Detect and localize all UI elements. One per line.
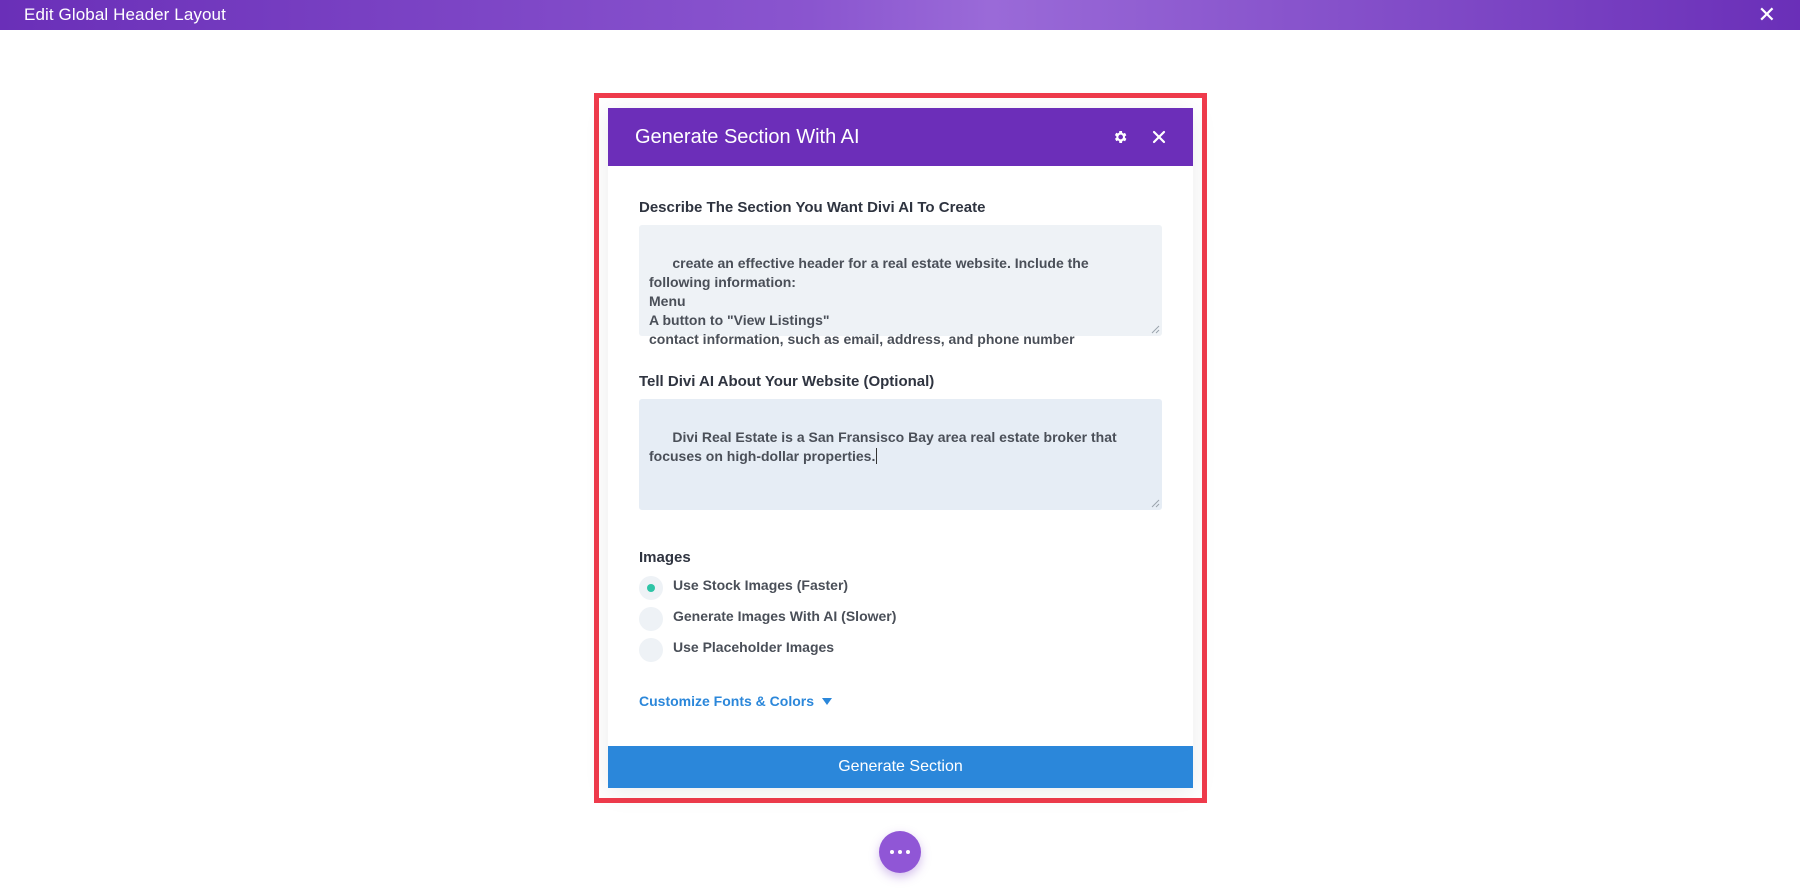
more-options-button[interactable] bbox=[879, 831, 921, 873]
top-bar: Edit Global Header Layout ✕ bbox=[0, 0, 1800, 30]
describe-textarea[interactable]: create an effective header for a real es… bbox=[639, 225, 1162, 347]
radio-label: Generate Images With AI (Slower) bbox=[673, 607, 897, 624]
page-title: Edit Global Header Layout bbox=[24, 5, 226, 24]
modal-title: Generate Section With AI bbox=[635, 125, 860, 148]
radio-label: Use Stock Images (Faster) bbox=[673, 576, 849, 593]
customize-fonts-colors-toggle[interactable]: Customize Fonts & Colors bbox=[639, 693, 1161, 709]
website-text: Divi Real Estate is a San Fransisco Bay … bbox=[649, 429, 1117, 464]
radio-option-stock[interactable]: Use Stock Images (Faster) bbox=[639, 572, 1161, 603]
dot-icon bbox=[898, 850, 902, 854]
radio-button[interactable] bbox=[639, 575, 663, 600]
resize-grip-icon[interactable] bbox=[1151, 325, 1160, 334]
customize-label: Customize Fonts & Colors bbox=[639, 693, 815, 709]
radio-selected-dot bbox=[647, 583, 655, 592]
radio-option-placeholder[interactable]: Use Placeholder Images bbox=[639, 634, 1161, 665]
generate-section-modal: Generate Section With AI Describe The Se… bbox=[608, 108, 1193, 788]
caret-down-icon bbox=[822, 698, 833, 705]
close-icon[interactable] bbox=[1152, 130, 1166, 144]
modal-header: Generate Section With AI bbox=[608, 108, 1193, 166]
close-icon[interactable]: ✕ bbox=[1758, 4, 1776, 26]
gear-icon[interactable] bbox=[1112, 129, 1128, 145]
website-textarea[interactable]: Divi Real Estate is a San Fransisco Bay … bbox=[639, 399, 1162, 510]
resize-grip-icon[interactable] bbox=[1151, 499, 1160, 508]
describe-label: Describe The Section You Want Divi AI To… bbox=[639, 199, 986, 216]
radio-button[interactable] bbox=[639, 606, 663, 631]
radio-option-ai[interactable]: Generate Images With AI (Slower) bbox=[639, 603, 1161, 634]
modal-body: Describe The Section You Want Divi AI To… bbox=[608, 166, 1193, 709]
dot-icon bbox=[906, 850, 910, 854]
website-label: Tell Divi AI About Your Website (Optiona… bbox=[639, 373, 935, 390]
dot-icon bbox=[890, 850, 894, 854]
images-label: Images bbox=[639, 549, 691, 566]
describe-text: create an effective header for a real es… bbox=[649, 255, 1089, 347]
generate-section-button[interactable]: Generate Section bbox=[608, 746, 1193, 788]
radio-button[interactable] bbox=[639, 637, 663, 662]
text-cursor bbox=[876, 448, 878, 464]
radio-label: Use Placeholder Images bbox=[673, 638, 835, 655]
modal-header-actions bbox=[1112, 129, 1166, 145]
